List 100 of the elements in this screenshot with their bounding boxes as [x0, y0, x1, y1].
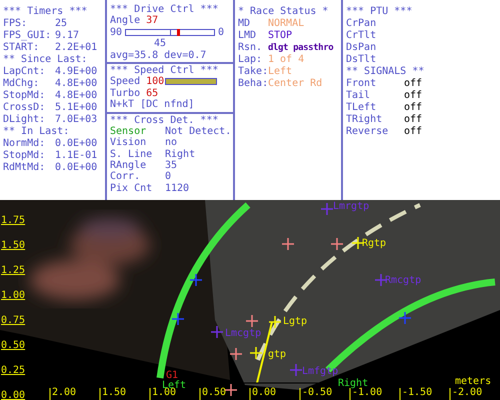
slider-max-label: 0: [218, 26, 224, 38]
angle-label: Angle: [110, 15, 140, 26]
panel-title: * Race Status *: [238, 6, 328, 17]
detection-label: S. Line: [110, 148, 154, 160]
status-value: Center Rd: [268, 78, 324, 90]
status-label: Beha:: [238, 78, 268, 90]
y-axis-label: 1.25: [1, 265, 26, 276]
y-axis-label: 1.50: [1, 240, 26, 251]
status-label: Lap:: [238, 54, 264, 66]
x-axis-label: 2.00: [52, 387, 76, 398]
panel-title: *** Timers ***: [3, 6, 88, 17]
signal-value: off: [404, 102, 424, 114]
status-value: STOP: [268, 30, 294, 42]
signal-label: Reverse: [346, 126, 390, 138]
timer-label: DLight:: [3, 114, 46, 126]
turbo-value: 65: [146, 88, 158, 99]
panel-title: ** SIGNALS **: [346, 66, 424, 77]
ptu-label: DsTlt: [346, 54, 376, 65]
panel-title: *** Drive Ctrl ***: [110, 4, 218, 15]
timer-value: 1.1E-01: [55, 150, 98, 162]
detection-label: Pix Cnt: [110, 182, 154, 194]
timer-value: 25: [55, 18, 68, 30]
angle-stats: avg=35.8 dev=0.7: [110, 50, 206, 61]
marker-label: Rmcgtp: [385, 275, 422, 286]
detection-label: RAngle: [110, 160, 148, 172]
timer-value: 9.17: [55, 30, 80, 42]
detection-label: Corr.: [110, 171, 142, 183]
marker-label: Rgtp: [362, 238, 386, 249]
x-axis-label: 1.00: [152, 387, 176, 398]
marker-label: gtp: [268, 349, 286, 360]
detection-label: Vision: [110, 137, 148, 149]
y-axis-label: 0.50: [1, 340, 26, 351]
signal-label: TRight: [346, 114, 384, 126]
section-heading: ** Since Last:: [3, 54, 88, 65]
timer-label: NormMd:: [3, 138, 46, 150]
signal-value: off: [404, 78, 424, 90]
y-axis-label: 0.00: [1, 390, 26, 400]
ptu-label: DsPan: [346, 42, 376, 53]
timer-value: 5.1E+00: [55, 102, 98, 114]
status-value: dlgt passthro: [268, 42, 334, 54]
signal-label: Tail: [346, 90, 372, 102]
timer-label: CrossD:: [3, 102, 46, 114]
detection-value: 35: [165, 160, 178, 172]
timer-label: MdChg:: [3, 78, 40, 90]
timer-label: StopMd:: [3, 150, 46, 162]
ptu-label: CrPan: [346, 18, 376, 29]
x-axis-label: -0.50: [302, 387, 332, 398]
timer-label: FPS_GUI:: [3, 30, 52, 42]
signal-label: TLeft: [346, 102, 378, 114]
x-axis-label: 1.50: [102, 387, 126, 398]
control-mode: N+kT [DC nfnd]: [110, 99, 194, 110]
signal-value: off: [404, 114, 424, 126]
status-value: Left: [268, 66, 294, 78]
timer-label: StopMd:: [3, 90, 46, 102]
timer-value: 7.0E+03: [55, 114, 98, 126]
timer-value: 4.8E+00: [55, 90, 98, 102]
timer-label: RdMtMd:: [3, 162, 46, 174]
timer-value: 0.0E+00: [55, 162, 98, 174]
panel-title: *** Speed Ctrl ***: [110, 64, 218, 76]
timer-value: 4.8E+00: [55, 78, 98, 90]
status-label: Take:: [238, 66, 268, 78]
panel-title: *** Cross Det. ***: [110, 114, 218, 126]
signal-label: Front: [346, 78, 378, 90]
timer-label: LapCnt:: [3, 66, 46, 78]
x-axis-label: -1.00: [352, 387, 382, 398]
timer-value: 2.2E+01: [55, 42, 98, 54]
x-axis-label: 0.50: [202, 387, 226, 398]
y-axis-label: 0.75: [1, 315, 26, 326]
detection-value: no: [165, 137, 178, 149]
turbo-label: Turbo: [110, 88, 140, 99]
detection-value: Right: [165, 148, 196, 160]
axis-unit: meters: [455, 376, 492, 387]
angle-value: 37: [146, 15, 158, 26]
timer-value: 0.0E+00: [55, 138, 98, 150]
marker-label: Lmfgtp: [302, 366, 338, 377]
marker-label: Lmrgtp: [333, 201, 370, 212]
detection-value: 0: [165, 171, 172, 183]
section-heading: ** In Last:: [3, 126, 70, 137]
y-axis-label: 1.75: [1, 215, 26, 226]
marker-label: Right: [338, 378, 368, 389]
timer-label: FPS:: [3, 18, 28, 30]
x-axis-label: -1.50: [402, 387, 432, 398]
signal-value: off: [404, 126, 424, 138]
timer-value: 4.9E+00: [55, 66, 98, 78]
status-label: LMD: [238, 30, 258, 42]
x-axis-label: -2.00: [452, 387, 482, 398]
detection-label: Sensor: [110, 126, 148, 137]
slider-min-label: 90: [110, 26, 122, 38]
signal-value: off: [404, 90, 424, 102]
y-axis-label: 0.25: [1, 365, 26, 376]
status-value: NORMAL: [268, 18, 306, 30]
speed-label: Speed: [110, 76, 140, 88]
marker-label: Lgtp: [283, 316, 308, 327]
detection-value: Not Detect.: [165, 126, 232, 138]
speed-value: 100: [146, 76, 164, 88]
y-axis-label: 1.00: [1, 290, 26, 301]
marker-label: Lmcgtp: [225, 328, 262, 339]
timer-label: START:: [3, 42, 40, 54]
panel-title: *** PTU ***: [346, 6, 412, 17]
slider-center-label: 45: [154, 38, 166, 50]
